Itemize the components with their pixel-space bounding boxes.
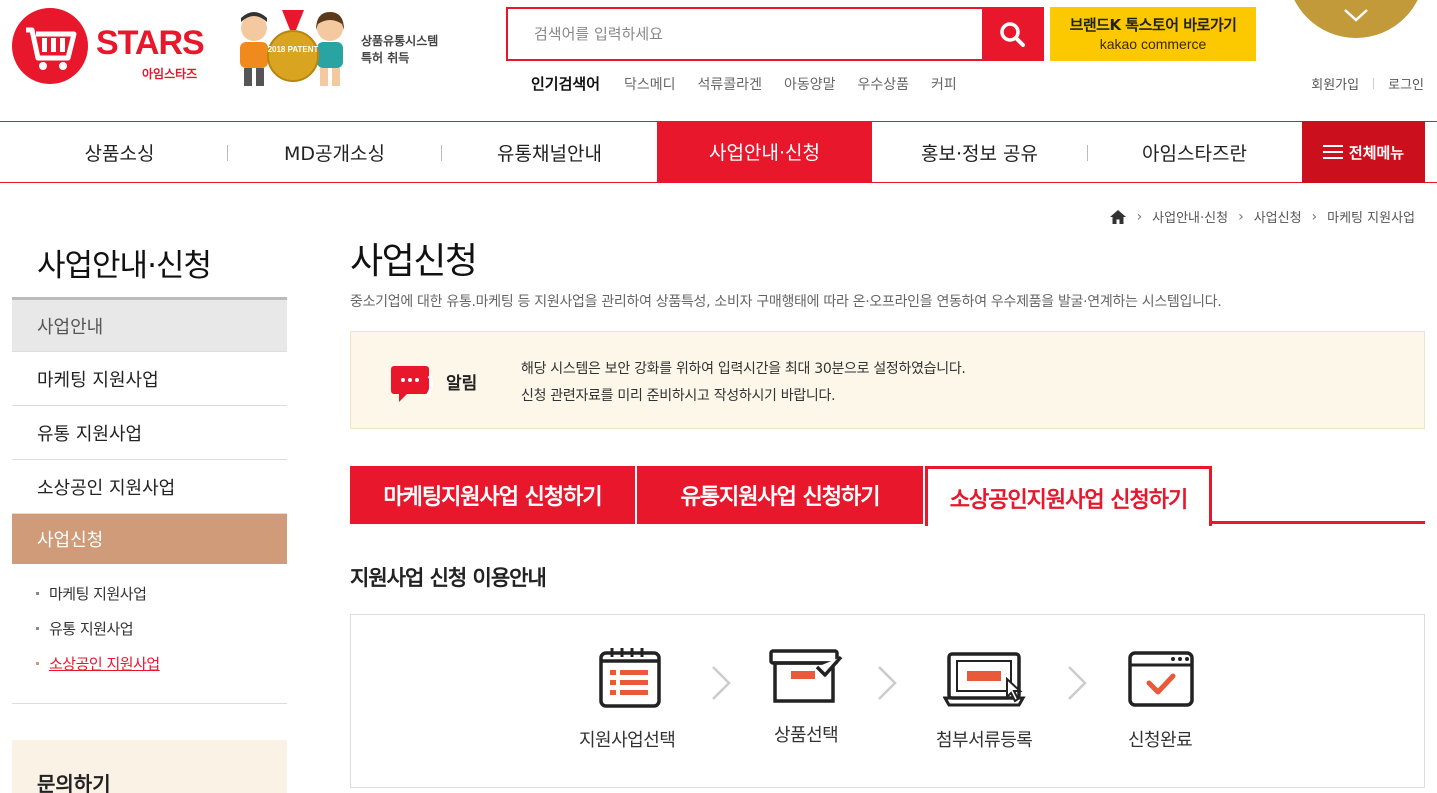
sidebar-item-application[interactable]: 사업신청 <box>12 514 287 564</box>
chevron-right-icon: › <box>1238 208 1244 225</box>
search-button[interactable] <box>982 7 1042 61</box>
notice-text: 해당 시스템은 보안 강화를 위하여 입력시간을 최대 30분으로 설정하였습니… <box>521 356 966 410</box>
chevron-down-icon <box>1344 9 1368 22</box>
bullet <box>36 627 39 630</box>
patent-mascot-image: 2018 PATENT <box>230 8 355 90</box>
notice-label: 알림 <box>446 374 478 394</box>
hamburger-icon <box>1322 145 1343 159</box>
cart-logo-icon <box>12 8 88 84</box>
step-label: 상품선택 <box>774 725 839 746</box>
kakao-store-button[interactable]: 브랜드K 톡스토어 바로가기 kakao commerce <box>1050 7 1256 61</box>
breadcrumb-item[interactable]: 사업안내·신청 <box>1152 207 1228 226</box>
bullet <box>36 592 39 595</box>
complete-check-icon <box>1128 651 1194 707</box>
product-box-icon <box>769 649 843 703</box>
sidebar-subitem[interactable]: 마케팅 지원사업 <box>36 583 160 604</box>
sidebar-subitem[interactable]: 유통 지원사업 <box>36 618 160 639</box>
all-menu-label: 전체메뉴 <box>1348 143 1405 162</box>
sidebar-subitem-active[interactable]: 소상공인 지원사업 <box>36 653 160 674</box>
sidebar-item-business-info[interactable]: 사업안내 <box>12 300 287 352</box>
breadcrumb: › 사업안내·신청 › 사업신청 › 마케팅 지원사업 <box>1109 207 1415 226</box>
chevron-right-icon <box>878 666 897 700</box>
popular-keywords: 인기검색어 닥스메디 석류콜라겐 아동양말 우수상품 커피 <box>531 73 979 94</box>
sidebar-subitem-label: 소상공인 지원사업 <box>49 655 160 673</box>
gnb-item-product-sourcing[interactable]: 상품소싱 <box>12 122 227 182</box>
tab-underline <box>1210 521 1425 524</box>
patent-line1: 상품유통시스템 <box>361 34 439 48</box>
sidebar-item-small-business[interactable]: 소상공인 지원사업 <box>12 460 287 514</box>
step-label: 지원사업선택 <box>579 730 676 751</box>
tab-distribution-apply[interactable]: 유통지원사업 신청하기 <box>637 466 923 524</box>
patent-caption: 상품유통시스템 특허 취득 <box>361 33 438 67</box>
checklist-icon <box>599 648 661 708</box>
page-description: 중소기업에 대한 유통.마케팅 등 지원사업을 관리하여 상품특성, 소비자 구… <box>350 294 1222 310</box>
login-link[interactable]: 로그인 <box>1388 74 1424 93</box>
tab-marketing-apply[interactable]: 마케팅지원사업 신청하기 <box>350 466 635 524</box>
search-input[interactable] <box>508 9 986 59</box>
sidebar-divider <box>12 703 287 704</box>
top-banner-toggle[interactable] <box>1287 0 1425 38</box>
gnb-item-about[interactable]: 아임스타즈란 <box>1087 122 1302 182</box>
sidebar-subitem-label: 유통 지원사업 <box>49 620 134 638</box>
chevron-right-icon <box>712 666 731 700</box>
logo-subtext: 아임스타즈 <box>142 67 198 81</box>
notice-line: 신청 관련자료를 미리 준비하시고 작성하시기 바랍니다. <box>521 388 836 404</box>
divider <box>1373 78 1375 89</box>
all-menu-button[interactable]: 전체메뉴 <box>1302 121 1425 183</box>
search-bar <box>506 7 1044 61</box>
tab-small-business-apply[interactable]: 소상공인지원사업 신청하기 <box>925 466 1212 526</box>
contact-box[interactable]: 문의하기 <box>12 740 287 793</box>
bullet <box>36 662 39 665</box>
patent-badge-text: 2018 PATENT <box>268 45 319 54</box>
guide-title: 지원사업 신청 이용안내 <box>350 566 547 590</box>
popular-keyword[interactable]: 닥스메디 <box>624 74 676 94</box>
signup-link[interactable]: 회원가입 <box>1311 74 1359 93</box>
process-guide: 지원사업선택 상품선택 첨부서류등록 신청완료 <box>350 614 1425 788</box>
sidebar-title: 사업안내·신청 <box>37 248 212 284</box>
kakao-button-title: 브랜드K 톡스토어 바로가기 <box>1069 16 1237 34</box>
popular-keyword[interactable]: 석류콜라겐 <box>698 74 762 94</box>
popular-keyword[interactable]: 아동양말 <box>784 74 836 94</box>
home-icon[interactable] <box>1109 209 1127 225</box>
monitor-upload-icon <box>943 652 1026 707</box>
search-icon <box>1000 22 1025 47</box>
popular-keyword[interactable]: 커피 <box>931 74 957 94</box>
gnb-item-promotion[interactable]: 홍보·정보 공유 <box>872 122 1087 182</box>
member-links: 회원가입 로그인 <box>1311 74 1424 93</box>
notice-box: 알림 해당 시스템은 보안 강화를 위하여 입력시간을 최대 30분으로 설정하… <box>350 331 1425 429</box>
sidebar-item-marketing[interactable]: 마케팅 지원사업 <box>12 352 287 406</box>
application-tabs: 마케팅지원사업 신청하기 유통지원사업 신청하기 소상공인지원사업 신청하기 <box>350 466 1425 526</box>
kakao-button-subtitle: kakao commerce <box>1099 36 1207 52</box>
notice-line: 해당 시스템은 보안 강화를 위하여 입력시간을 최대 30분으로 설정하였습니… <box>521 361 966 377</box>
sidebar-menu: 사업안내 마케팅 지원사업 유통 지원사업 소상공인 지원사업 사업신청 <box>12 297 287 564</box>
page-title: 사업신청 <box>350 241 478 282</box>
gnb-item-channels[interactable]: 유통채널안내 <box>442 122 657 182</box>
chevron-right-icon <box>1068 666 1087 700</box>
sidebar-item-distribution[interactable]: 유통 지원사업 <box>12 406 287 460</box>
site-logo[interactable]: STARS 아임스타즈 <box>12 8 212 84</box>
popular-keywords-title: 인기검색어 <box>531 75 601 93</box>
logo-text: STARS <box>96 24 205 62</box>
breadcrumb-item[interactable]: 마케팅 지원사업 <box>1327 207 1415 226</box>
sidebar-submenu: 마케팅 지원사업 유통 지원사업 소상공인 지원사업 <box>36 583 160 688</box>
gnb-item-business[interactable]: 사업안내·신청 <box>657 121 872 182</box>
contact-title: 문의하기 <box>37 772 111 793</box>
gnb-item-md-sourcing[interactable]: MD공개소싱 <box>227 122 442 182</box>
step-label: 신청완료 <box>1128 730 1193 751</box>
chevron-right-icon: › <box>1136 208 1143 225</box>
patent-line2: 특허 취득 <box>361 51 410 65</box>
breadcrumb-item[interactable]: 사업신청 <box>1254 207 1302 226</box>
popular-keyword[interactable]: 우수상품 <box>857 74 909 94</box>
main-navigation: 상품소싱 MD공개소싱 유통채널안내 사업안내·신청 홍보·정보 공유 아임스타… <box>0 121 1437 183</box>
chevron-right-icon: › <box>1311 208 1318 225</box>
sidebar-subitem-label: 마케팅 지원사업 <box>49 585 147 603</box>
speech-bubble-icon <box>391 366 433 402</box>
step-label: 첨부서류등록 <box>936 730 1033 751</box>
